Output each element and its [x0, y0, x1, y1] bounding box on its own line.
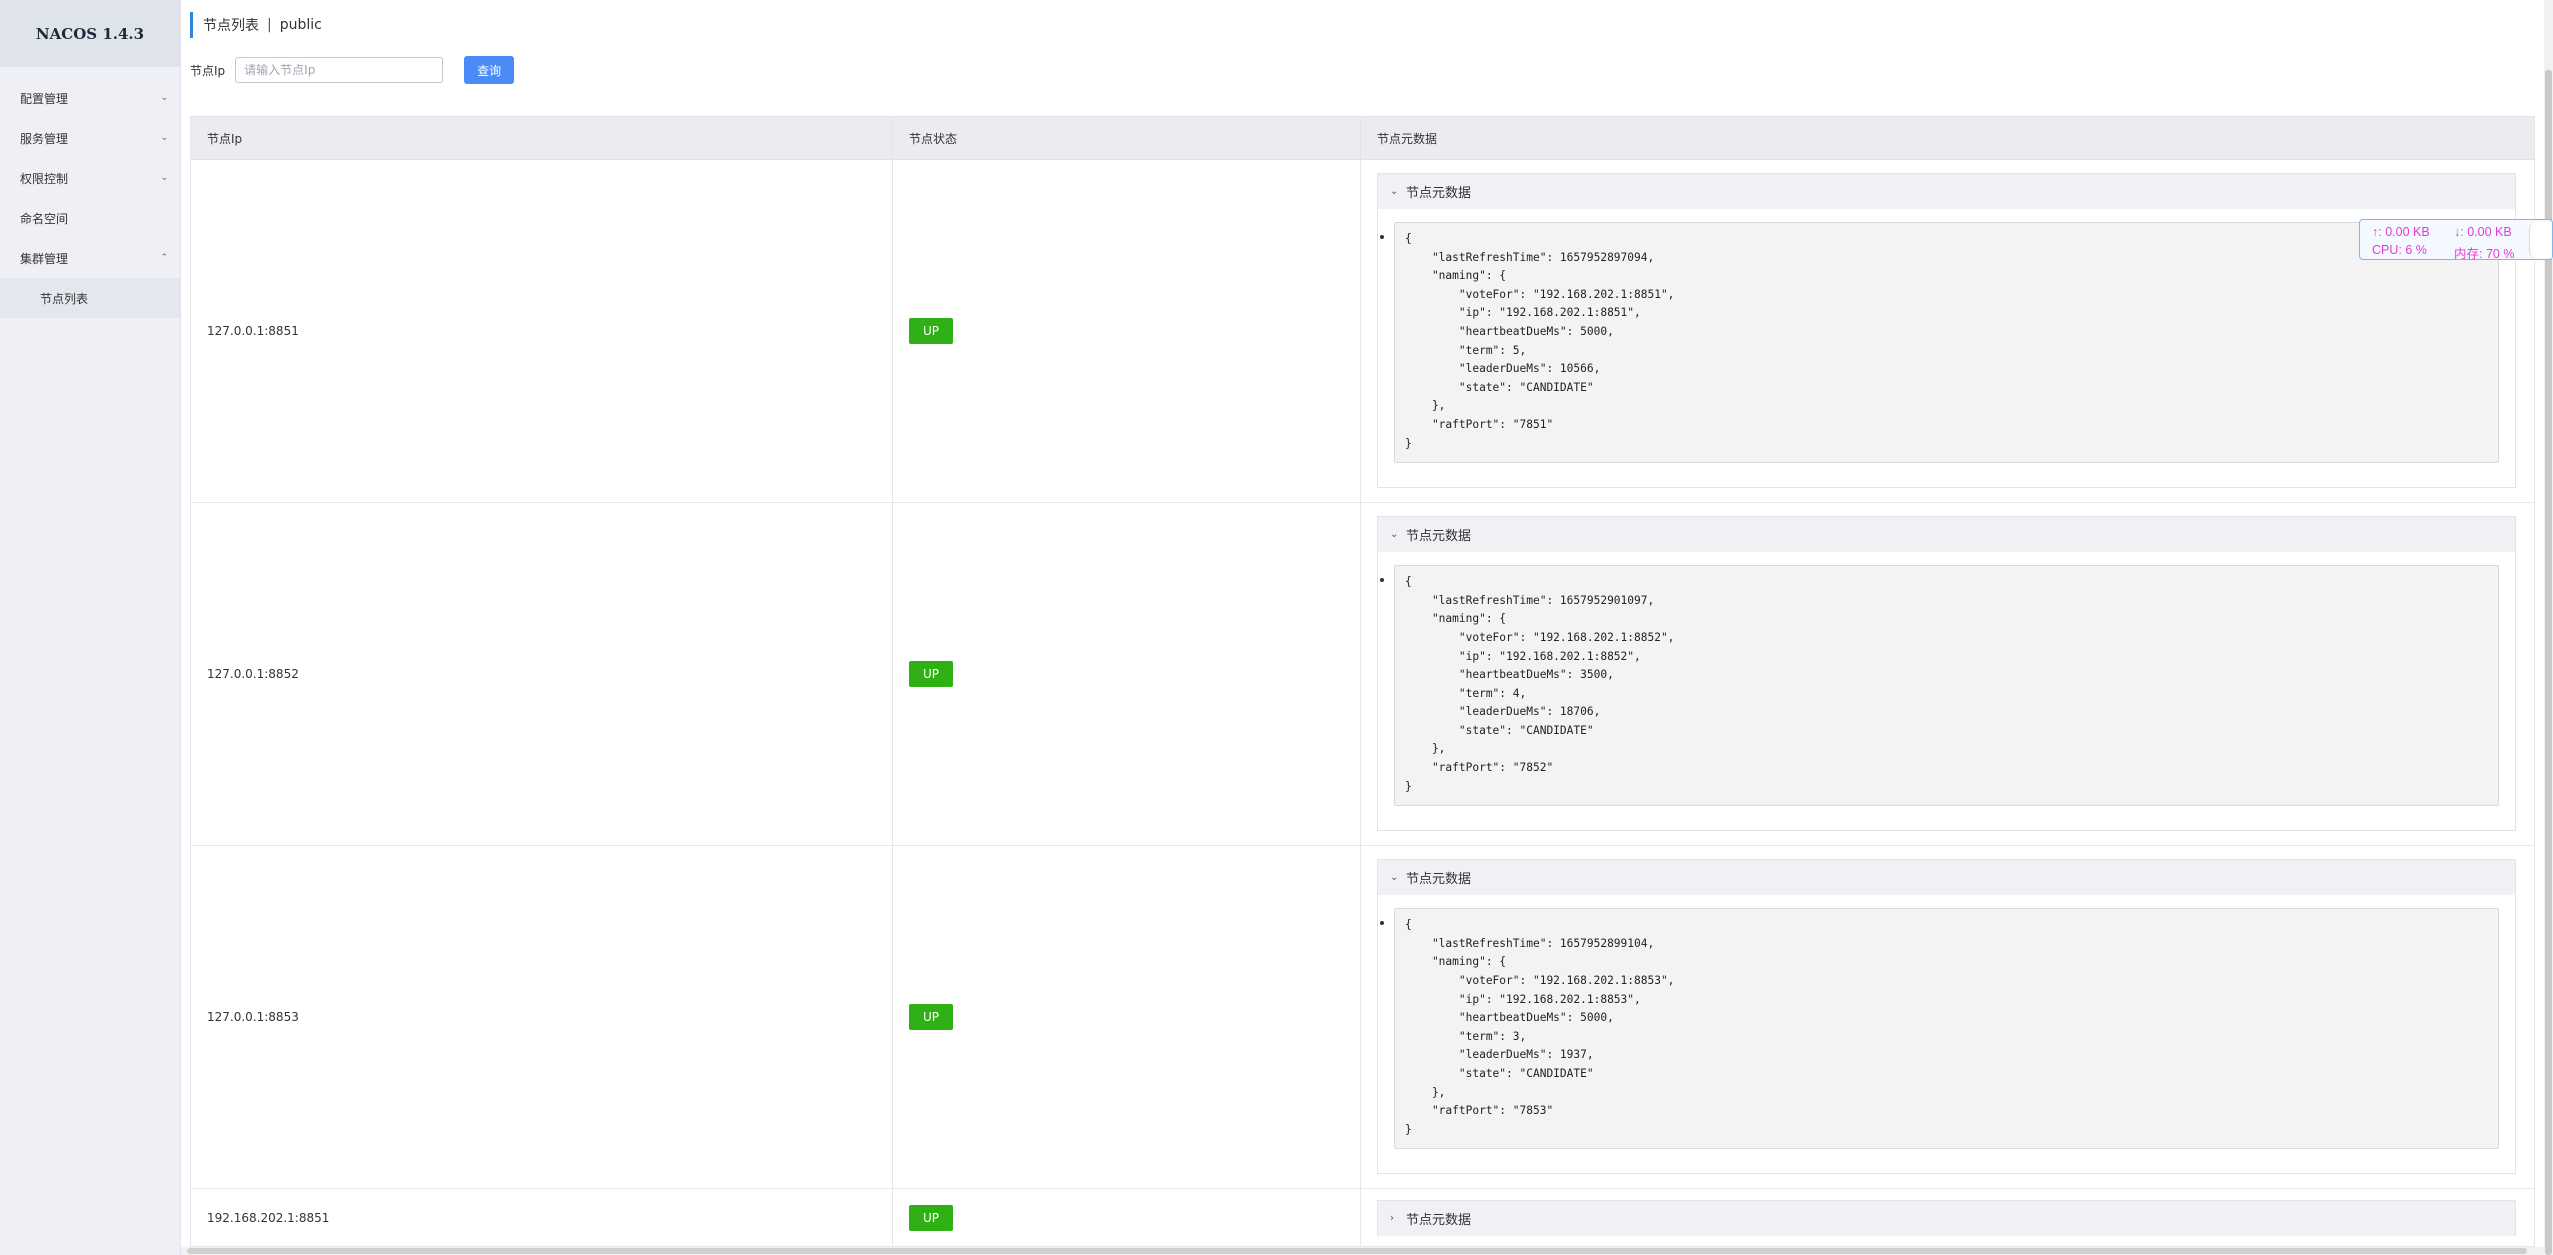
system-usage-row: CPU: 6 % 内存: 70 %	[2372, 243, 2514, 262]
node-ip-cell: 127.0.0.1:8852	[191, 503, 893, 846]
chevron-down-icon: ⌄	[160, 173, 168, 183]
search-bar: 节点Ip 查询	[190, 56, 515, 84]
metadata-panel-body: { "lastRefreshTime": 1657952899104, "nam…	[1378, 895, 2515, 1174]
table-header: 节点Ip 节点状态 节点元数据	[191, 116, 2534, 160]
status-badge: UP	[909, 1004, 953, 1031]
node-metadata-cell: ⌄ 节点元数据 { "lastRefreshTime": 16579528991…	[1361, 846, 2534, 1188]
status-badge: UP	[909, 1204, 953, 1231]
cpu-usage: CPU: 6 %	[2372, 243, 2427, 257]
node-ip-cell: 127.0.0.1:8851	[191, 160, 893, 503]
horizontal-scrollbar[interactable]	[181, 1247, 2544, 1255]
sidebar-subitem-node-list[interactable]: 节点列表	[0, 278, 180, 318]
node-metadata-cell: › 节点元数据	[1361, 1189, 2534, 1246]
list-bullet	[1380, 921, 1384, 926]
sidebar-item-label: 命名空间	[20, 211, 69, 226]
node-ip-cell: 127.0.0.1:8853	[191, 846, 893, 1189]
node-status-cell: UP	[893, 160, 1361, 503]
sidebar-item-label: 服务管理	[20, 131, 69, 146]
chevron-up-icon: ⌃	[160, 253, 168, 263]
node-ip-cell: 192.168.202.1:8851	[191, 1189, 893, 1247]
mascot-icon	[2529, 222, 2552, 258]
node-metadata-cell: ⌄ 节点元数据 { "lastRefreshTime": 16579529010…	[1361, 503, 2534, 845]
metadata-panel-header[interactable]: ⌄ 节点元数据	[1378, 517, 2515, 553]
main-content: 节点列表 | public 节点Ip 查询 节点Ip 节点状态 节点元数据 12…	[181, 0, 2544, 1255]
metadata-panel-title: 节点元数据	[1406, 529, 1472, 545]
metadata-collapse-panel: ⌄ 节点元数据 { "lastRefreshTime": 16579528991…	[1377, 859, 2516, 1175]
node-table: 节点Ip 节点状态 节点元数据 127.0.0.1:8851 UP ⌄ 节点元数…	[190, 116, 2535, 1248]
table-row: 127.0.0.1:8852 UP ⌄ 节点元数据 { "lastRefresh…	[191, 503, 2534, 847]
title-separator: |	[267, 17, 272, 33]
horizontal-scrollbar-thumb[interactable]	[187, 1248, 2527, 1254]
chevron-down-icon: ⌄	[160, 93, 168, 103]
sidebar-menu: 配置管理 ⌄ 服务管理 ⌄ 权限控制 ⌄ 命名空间 集群管理 ⌃ 节点列表	[0, 78, 180, 318]
column-header-node-ip: 节点Ip	[191, 117, 893, 159]
metadata-collapse-panel: › 节点元数据	[1377, 1200, 2516, 1237]
table-row: 127.0.0.1:8853 UP ⌄ 节点元数据 { "lastRefresh…	[191, 846, 2534, 1190]
sidebar-item-config-management[interactable]: 配置管理 ⌄	[0, 78, 180, 118]
table-row: 127.0.0.1:8851 UP ⌄ 节点元数据 { "lastRefresh…	[191, 160, 2534, 504]
sidebar-item-label: 权限控制	[20, 171, 69, 186]
search-label: 节点Ip	[190, 63, 226, 78]
node-ip-search-input[interactable]	[235, 57, 444, 83]
upload-speed: ↑: 0.00 KB	[2372, 225, 2430, 239]
page-title-text: 节点列表	[203, 18, 259, 34]
node-status-cell: UP	[893, 1189, 1361, 1247]
network-monitor-widget[interactable]: ↑: 0.00 KB ↓: 0.00 KB CPU: 6 % 内存: 70 %	[2359, 219, 2553, 262]
metadata-json: { "lastRefreshTime": 1657952901097, "nam…	[1394, 565, 2499, 807]
metadata-json: { "lastRefreshTime": 1657952899104, "nam…	[1394, 908, 2499, 1150]
sidebar-item-service-management[interactable]: 服务管理 ⌄	[0, 118, 180, 158]
namespace-label: public	[279, 17, 322, 33]
table-row: 192.168.202.1:8851 UP › 节点元数据	[191, 1189, 2534, 1248]
metadata-collapse-panel: ⌄ 节点元数据 { "lastRefreshTime": 16579528970…	[1377, 173, 2516, 489]
status-badge: UP	[909, 318, 953, 345]
list-bullet	[1380, 578, 1384, 583]
chevron-down-icon: ⌄	[1390, 529, 1399, 541]
chevron-down-icon: ⌄	[1390, 186, 1399, 197]
column-header-node-status: 节点状态	[893, 117, 1361, 159]
sidebar: NACOS 1.4.3 配置管理 ⌄ 服务管理 ⌄ 权限控制 ⌄ 命名空间 集群…	[0, 0, 181, 1255]
sidebar-subitem-label: 节点列表	[40, 291, 89, 306]
memory-usage: 内存: 70 %	[2454, 247, 2515, 261]
metadata-json: { "lastRefreshTime": 1657952897094, "nam…	[1394, 222, 2499, 464]
download-speed: ↓: 0.00 KB	[2454, 225, 2512, 239]
search-button[interactable]: 查询	[464, 56, 515, 84]
sidebar-item-label: 配置管理	[20, 91, 69, 106]
vertical-scrollbar[interactable]	[2544, 0, 2553, 1255]
node-status-cell: UP	[893, 503, 1361, 846]
chevron-down-icon: ⌄	[1390, 872, 1399, 884]
sidebar-item-namespace[interactable]: 命名空间	[0, 198, 180, 238]
metadata-panel-header[interactable]: › 节点元数据	[1378, 1201, 2515, 1237]
metadata-panel-header[interactable]: ⌄ 节点元数据	[1378, 860, 2515, 896]
chevron-down-icon: ⌄	[160, 133, 168, 143]
metadata-panel-title: 节点元数据	[1406, 186, 1472, 201]
app-logo: NACOS 1.4.3	[0, 0, 180, 67]
chevron-right-icon: ›	[1390, 1213, 1394, 1225]
sidebar-item-cluster-management[interactable]: 集群管理 ⌃	[0, 238, 180, 278]
node-status-cell: UP	[893, 846, 1361, 1189]
network-speed-row: ↑: 0.00 KB ↓: 0.00 KB	[2372, 225, 2512, 239]
metadata-panel-header[interactable]: ⌄ 节点元数据	[1378, 174, 2515, 209]
node-metadata-cell: ⌄ 节点元数据 { "lastRefreshTime": 16579528970…	[1361, 160, 2534, 502]
column-header-node-metadata: 节点元数据	[1377, 131, 1438, 146]
metadata-panel-title: 节点元数据	[1406, 1213, 1472, 1229]
page-title: 节点列表 | public	[190, 12, 322, 38]
list-bullet	[1380, 235, 1384, 239]
metadata-panel-body: { "lastRefreshTime": 1657952901097, "nam…	[1378, 552, 2515, 831]
metadata-collapse-panel: ⌄ 节点元数据 { "lastRefreshTime": 16579529010…	[1377, 516, 2516, 832]
metadata-panel-title: 节点元数据	[1406, 872, 1472, 888]
sidebar-item-access-control[interactable]: 权限控制 ⌄	[0, 158, 180, 198]
status-badge: UP	[909, 661, 953, 688]
sidebar-item-label: 集群管理	[20, 251, 69, 266]
metadata-panel-body: { "lastRefreshTime": 1657952897094, "nam…	[1378, 209, 2515, 488]
